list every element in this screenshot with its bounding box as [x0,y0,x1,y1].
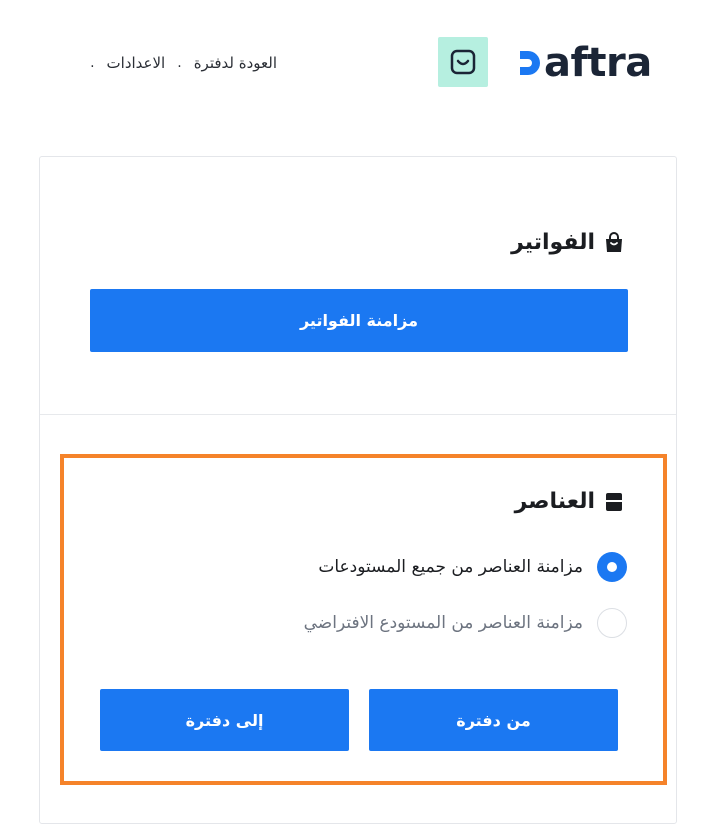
nav-separator: . [90,55,95,71]
radio-button-selected[interactable] [597,552,627,582]
shopping-bag-icon [603,231,625,254]
items-title: العناصر [514,489,595,514]
box-icon [603,491,625,513]
invoices-title: الفواتير [511,230,595,255]
sync-to-daftra-button[interactable]: إلى دفترة [100,689,349,751]
invoices-heading: الفواتير [511,230,625,255]
option-label: مزامنة العناصر من جميع المستودعات [318,557,583,577]
option-label: مزامنة العناصر من المستودع الافتراضي [303,613,583,633]
sync-invoices-button[interactable]: مزامنة الفواتير [90,289,628,352]
sync-from-daftra-button[interactable]: من دفترة [369,689,618,751]
section-divider [40,414,676,415]
sync-option-all-warehouses[interactable]: مزامنة العناصر من جميع المستودعات [318,552,627,582]
smile-bag-icon[interactable] [438,37,488,87]
sync-option-default-warehouse[interactable]: مزامنة العناصر من المستودع الافتراضي [304,608,627,638]
page: aftra . الاعدادات . العودة لدفترة الفوات… [0,0,717,826]
nav-separator: . [177,55,182,71]
logo-mark-icon [518,47,542,79]
daftra-logo[interactable]: aftra [518,38,652,88]
header: aftra . الاعدادات . العودة لدفترة [0,0,717,120]
nav-settings-link[interactable]: الاعدادات [107,54,166,72]
radio-button-unselected[interactable] [597,608,627,638]
items-heading: العناصر [515,489,625,514]
nav-back-link[interactable]: العودة لدفترة [194,54,277,72]
breadcrumb-nav: . الاعدادات . العودة لدفترة [78,54,277,72]
logo-text: aftra [544,40,652,86]
